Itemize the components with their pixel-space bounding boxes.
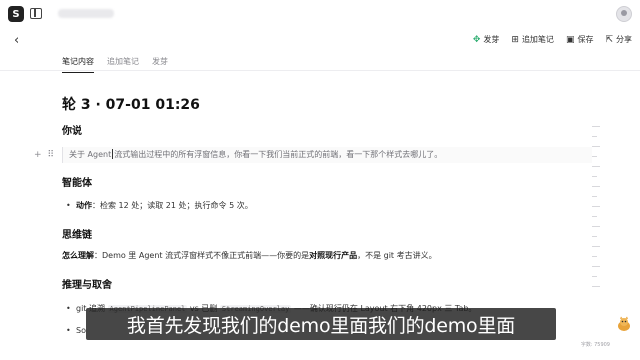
sprout-icon: ✥ xyxy=(472,34,481,45)
add-block-icon[interactable]: + xyxy=(34,150,42,160)
save-label: 保存 xyxy=(577,35,594,44)
share-icon: ⇱ xyxy=(605,34,613,45)
user-message-b: 流式输出过程中的所有浮窗信息，你看一下我们当前正式的前端，看一下那个样式去哪儿了… xyxy=(114,150,443,159)
chain-heading: 思维链 xyxy=(62,230,92,241)
app-logo-icon[interactable]: S xyxy=(8,6,24,22)
action-bullet: 动作：检索 12 处；读取 21 处；执行命令 5 次。 xyxy=(62,200,253,212)
bullet2-text: So xyxy=(76,326,86,335)
pet-mascot-icon[interactable] xyxy=(616,316,632,332)
action-label: 动作 xyxy=(76,201,92,210)
save-button[interactable]: ▣ 保存 xyxy=(566,34,594,45)
avatar[interactable] xyxy=(616,6,632,22)
caption-text: 我首先发现我们的demo里面我们的demo里面 xyxy=(126,314,516,337)
video-caption: 我首先发现我们的demo里面我们的demo里面 xyxy=(86,308,556,340)
tabs-divider xyxy=(0,70,640,71)
save-icon: ▣ xyxy=(565,34,575,45)
user-message[interactable]: 关于 Agent 流式输出过程中的所有浮窗信息，你看一下我们当前正式的前端，看一下… xyxy=(69,149,442,160)
reasoning-bullet-2: So xyxy=(62,325,86,337)
agent-heading: 智能体 xyxy=(62,178,92,189)
understand-text-a: ：Demo 里 Agent 流式浮窗样式不像正式前端——你要的是 xyxy=(94,251,310,260)
append-note-label: 追加笔记 xyxy=(521,35,554,44)
blurred-title xyxy=(58,9,114,18)
understand-paragraph: 怎么理解：Demo 里 Agent 流式浮窗样式不像正式前端——你要的是对照现行… xyxy=(62,250,437,262)
user-message-a: 关于 Agent xyxy=(69,150,112,159)
append-note-icon: ⊞ xyxy=(511,34,519,45)
understand-text-b: ，不是 git 考古讲义。 xyxy=(357,251,437,260)
user-message-block[interactable]: 关于 Agent 流式输出过程中的所有浮窗信息，你看一下我们当前正式的前端，看一下… xyxy=(62,147,592,163)
block-tools: + ⠿ xyxy=(34,150,54,160)
back-button[interactable]: ‹ xyxy=(14,34,26,48)
share-button[interactable]: ⇱ 分享 xyxy=(605,34,632,45)
reasoning-heading: 推理与取舍 xyxy=(62,280,112,291)
app-topbar: S xyxy=(0,0,640,28)
char-count: 字数: 75909 xyxy=(580,342,610,348)
you-said-heading: 你说 xyxy=(62,126,82,137)
understand-bold: 对照现行产品 xyxy=(309,251,358,260)
sidebar-toggle-icon[interactable] xyxy=(30,8,42,19)
share-label: 分享 xyxy=(616,35,632,44)
action-text: ：检索 12 处；读取 21 处；执行命令 5 次。 xyxy=(92,201,253,210)
outline-rail[interactable] xyxy=(592,126,600,296)
round-title: 轮 3 · 07-01 01:26 xyxy=(62,97,200,113)
sprout-button[interactable]: ✥ 发芽 xyxy=(473,34,500,45)
note-actions: ✥ 发芽 ⊞ 追加笔记 ▣ 保存 ⇱ 分享 xyxy=(473,34,632,45)
append-note-button[interactable]: ⊞ 追加笔记 xyxy=(511,34,554,45)
drag-handle-icon[interactable]: ⠿ xyxy=(48,150,55,160)
understand-label: 怎么理解 xyxy=(62,251,94,260)
sprout-label: 发芽 xyxy=(483,35,500,44)
